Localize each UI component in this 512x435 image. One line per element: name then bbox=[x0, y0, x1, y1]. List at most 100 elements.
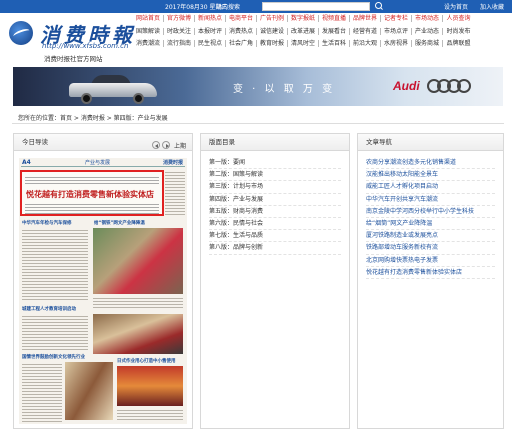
set-home-link[interactable]: 设为首页 bbox=[444, 4, 468, 11]
nav-item[interactable]: 消费潮流 bbox=[133, 40, 164, 47]
nav-item[interactable]: 时尚发布 bbox=[443, 28, 474, 35]
panel-header: 今日导读 上期 bbox=[14, 134, 192, 151]
article-link[interactable]: 给“烟筒”网文产业降降温 bbox=[366, 218, 495, 231]
nav-item[interactable]: 消费热点 bbox=[226, 27, 257, 35]
article-photo bbox=[93, 314, 183, 354]
nav-item[interactable]: 品牌联盟 bbox=[443, 40, 474, 47]
prev-issue-link[interactable]: 上期 bbox=[174, 143, 186, 150]
article-link[interactable]: 北京网购增快票热电子发票 bbox=[366, 255, 495, 267]
nav-item[interactable]: 教育时报 bbox=[257, 40, 288, 47]
article-subtitle[interactable]: 日式作业用心打造中小售使用 bbox=[117, 358, 176, 364]
article-subtitle[interactable]: 国情世界鼓励创新文化领先行业 bbox=[22, 354, 85, 360]
nav-item[interactable]: 电商平台 bbox=[226, 15, 257, 22]
article-link[interactable]: 厦河铁路制造业或发展亮点 bbox=[366, 230, 495, 243]
nav-item[interactable]: 新闻热点 bbox=[195, 15, 226, 22]
nav-item[interactable]: 市场动态 bbox=[412, 15, 443, 22]
panel-title: 文章导航 bbox=[366, 138, 392, 146]
search-icon[interactable] bbox=[373, 2, 385, 11]
nav-item[interactable]: 清风时空 bbox=[288, 40, 319, 47]
nav-item[interactable]: 生活百科 bbox=[319, 40, 350, 47]
logo-icon[interactable] bbox=[9, 21, 33, 45]
banner-slogan: 变 · 以 取 万 变 bbox=[233, 84, 336, 95]
page-link[interactable]: 第一版：要闻 bbox=[209, 157, 341, 170]
top-links: 设为首页 加入收藏 bbox=[434, 2, 504, 11]
nav-item[interactable]: 水房视界 bbox=[381, 40, 412, 47]
nav-item[interactable]: 时政关注 bbox=[164, 27, 195, 35]
nav-row-3: 消费潮流 流行指南 民生视点 社会广角 教育时报 清风时空 生活百科 前沿大观 水房视界 服务商城… bbox=[133, 38, 512, 51]
article-photo bbox=[93, 228, 183, 294]
logo-subtitle: 消费时报社官方网站 bbox=[44, 55, 103, 63]
page-link[interactable]: 第三版：计划与市场 bbox=[209, 181, 341, 194]
nav-item[interactable]: 民生视点 bbox=[195, 40, 226, 47]
article-list: 农商分享潮流创造多元化销售渠道 汉能推出移动太阳能全景车 威能工匠人才孵化项目启… bbox=[358, 151, 503, 279]
nav-item[interactable]: 人员查询 bbox=[443, 15, 474, 22]
article-subtitle[interactable]: 城建工程人才教育培训启动 bbox=[22, 306, 76, 312]
article-link[interactable]: 威能工匠人才孵化项目启动 bbox=[366, 181, 495, 194]
logo-url: http://www.xfsbs.com.cn bbox=[42, 42, 129, 50]
top-bar: 2017年08月30 星期三 站内搜索 设为首页 加入收藏 bbox=[0, 0, 512, 13]
next-arrow-icon[interactable] bbox=[162, 141, 171, 149]
site-search-input[interactable] bbox=[262, 2, 370, 11]
article-subtitle[interactable]: 中华汽车年检与汽车保修 bbox=[22, 220, 72, 226]
article-photo bbox=[65, 362, 113, 420]
nav-item[interactable]: 服务商城 bbox=[412, 40, 443, 47]
paper-masthead: A4 产业与发展 消费时报 bbox=[21, 159, 185, 167]
nav-item[interactable]: 国策解读 bbox=[133, 27, 164, 35]
prev-arrow-icon[interactable] bbox=[152, 141, 161, 149]
add-favorite-link[interactable]: 加入收藏 bbox=[480, 4, 504, 11]
nav-item[interactable]: 流行指南 bbox=[164, 40, 195, 47]
nav-row-1: 网站首页 官方微博 新闻热点 电商平台 广告刊例 数字报纸 视频直播 品牌世界 记者专栏 市场动态… bbox=[133, 13, 512, 26]
article-subtitle[interactable]: 给“钢铁”网文产业降降温 bbox=[94, 220, 145, 226]
nav-item[interactable]: 社会广角 bbox=[226, 40, 257, 47]
audi-rings-icon bbox=[427, 79, 477, 93]
nav-item[interactable]: 视频直播 bbox=[319, 15, 350, 22]
nav-item[interactable]: 发展看台 bbox=[319, 27, 350, 35]
today-guide-panel: 今日导读 上期 A4 产业与发展 消费时报 悦花越有打造消费零售新体验实体店 中… bbox=[13, 133, 193, 429]
nav-item[interactable]: 数字报纸 bbox=[288, 15, 319, 22]
nav-item[interactable]: 经营有道 bbox=[350, 27, 381, 35]
page-link[interactable]: 第七版：生活与品质 bbox=[209, 230, 341, 243]
site-search-label: 站内搜索 bbox=[216, 4, 241, 11]
nav-item[interactable]: 网站首页 bbox=[133, 15, 164, 22]
breadcrumb: 您所在的位置：首页 > 消费时报 > 第四版：产业与发展 bbox=[18, 115, 168, 122]
article-link[interactable]: 汉能推出移动太阳能全景车 bbox=[366, 169, 495, 182]
article-headline: 悦花越有打造消费零售新体验实体店 bbox=[26, 189, 154, 199]
nav-item[interactable]: 市场点评 bbox=[381, 27, 412, 35]
panel-header: 版面目录 bbox=[201, 134, 349, 151]
panel-title: 今日导读 bbox=[22, 138, 48, 146]
page-number: A4 bbox=[22, 159, 31, 166]
panel-title: 版面目录 bbox=[209, 138, 235, 146]
highlighted-article[interactable]: 悦花越有打造消费零售新体验实体店 bbox=[20, 170, 164, 216]
issue-pager: 上期 bbox=[152, 138, 186, 155]
nav-item[interactable]: 前沿大观 bbox=[350, 40, 381, 47]
page-list: 第一版：要闻 第二版：国策与解读 第三版：计划与市场 第四版：产业与发展 第五版… bbox=[201, 151, 349, 255]
page-link[interactable]: 第六版：民情与社会 bbox=[209, 218, 341, 231]
brand-name: Audi bbox=[393, 79, 420, 93]
nav-item[interactable]: 记者专栏 bbox=[381, 15, 412, 22]
page-section: 产业与发展 bbox=[85, 160, 111, 166]
article-link[interactable]: 南京金陵中学河西分校举行中小学生科技 bbox=[366, 206, 495, 218]
page-directory-panel: 版面目录 第一版：要闻 第二版：国策与解读 第三版：计划与市场 第四版：产业与发… bbox=[200, 133, 350, 429]
nav-row-2: 国策解读 时政关注 本报时评 消费热点 诚信建设 改革进展 发展看台 经营有道 市场点评 产业动态… bbox=[133, 26, 512, 39]
article-nav-panel: 文章导航 农商分享潮流创造多元化销售渠道 汉能推出移动太阳能全景车 威能工匠人才… bbox=[357, 133, 504, 429]
article-link[interactable]: 中华汽车开创共享汽车潮流 bbox=[366, 194, 495, 206]
divider bbox=[12, 123, 504, 124]
nav-item[interactable]: 诚信建设 bbox=[257, 27, 288, 35]
nav-item[interactable]: 品牌世界 bbox=[350, 15, 381, 22]
site-header: 消费時報 http://www.xfsbs.com.cn 消费时报社官方网站 网… bbox=[0, 13, 512, 65]
nav-item[interactable]: 产业动态 bbox=[412, 27, 443, 35]
nav-item[interactable]: 广告刊例 bbox=[257, 15, 288, 22]
nav-item[interactable]: 官方微博 bbox=[164, 15, 195, 22]
page-link[interactable]: 第四版：产业与发展 bbox=[209, 194, 341, 206]
page-link[interactable]: 第八版：品牌与创新 bbox=[209, 242, 341, 255]
article-link[interactable]: 铁路部增动车服务新校有流 bbox=[366, 242, 495, 255]
article-link[interactable]: 农商分享潮流创造多元化销售渠道 bbox=[366, 157, 495, 170]
article-link[interactable]: 悦花越有打造消费零售新体验实体店 bbox=[366, 267, 495, 279]
nav-item[interactable]: 本报时评 bbox=[195, 27, 226, 35]
banner-ad[interactable]: 变 · 以 取 万 变 Audi bbox=[13, 67, 503, 106]
nav-item[interactable]: 改革进展 bbox=[288, 27, 319, 35]
page-link[interactable]: 第五版：财商与消费 bbox=[209, 206, 341, 218]
newspaper-page-image[interactable]: A4 产业与发展 消费时报 悦花越有打造消费零售新体验实体店 中华汽车年检与汽车… bbox=[19, 158, 187, 424]
page-link[interactable]: 第二版：国策与解读 bbox=[209, 169, 341, 182]
main-nav: 网站首页 官方微博 新闻热点 电商平台 广告刊例 数字报纸 视频直播 品牌世界 记者专栏 市场动态… bbox=[133, 13, 512, 51]
